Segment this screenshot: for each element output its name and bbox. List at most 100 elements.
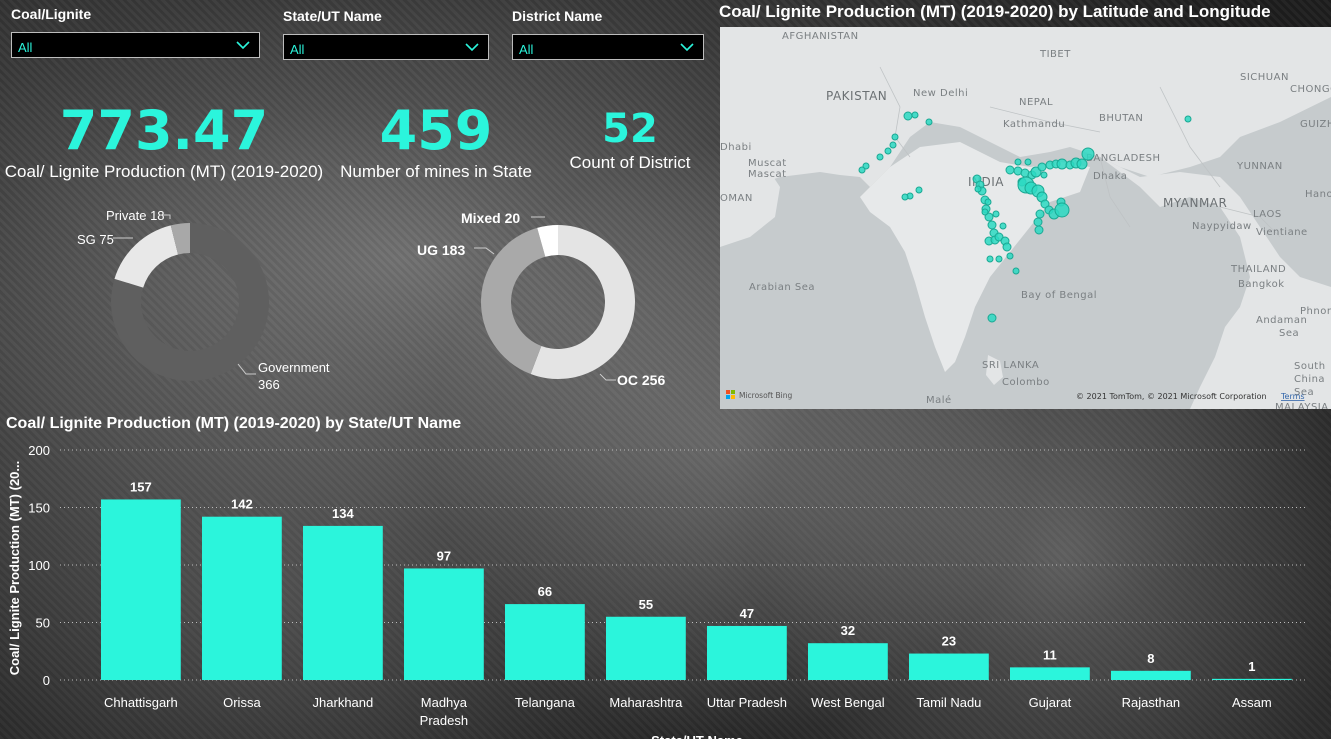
map-marker[interactable] xyxy=(1056,158,1068,170)
map-place-label: GUIZHO xyxy=(1300,119,1331,130)
x-tick-label: Rajasthan xyxy=(1122,695,1181,710)
map-place-label: AFGHANISTAN xyxy=(782,31,859,42)
map-marker[interactable] xyxy=(987,220,997,230)
map-marker[interactable] xyxy=(1005,165,1015,175)
bar[interactable] xyxy=(1212,678,1292,680)
kpi-mines: 459 Number of mines in State xyxy=(336,100,536,182)
slicer-value: All xyxy=(519,41,534,57)
bar-data-label: 157 xyxy=(130,479,152,494)
leader-line xyxy=(237,363,256,375)
slicer-dropdown[interactable]: All xyxy=(512,34,704,60)
y-tick-label: 0 xyxy=(43,673,50,688)
map-marker[interactable] xyxy=(858,166,866,174)
leader-line xyxy=(474,247,495,255)
bar-chart[interactable]: 0 50 100 150 200 Coal/ Lignite Production (MT… xyxy=(0,437,1331,739)
map-svg[interactable]: AFGHANISTAN PAKISTAN TIBET New Delhi NEPAL Ka… xyxy=(720,27,1331,409)
map-marker[interactable] xyxy=(999,222,1007,230)
bar[interactable] xyxy=(202,516,282,680)
bar[interactable] xyxy=(404,568,484,680)
bar[interactable] xyxy=(606,616,686,680)
y-axis-title: Coal/ Lignite Production (MT) (20... xyxy=(7,461,22,676)
slicer-label: State/UT Name xyxy=(283,8,382,24)
slicer-dropdown[interactable]: All xyxy=(283,34,489,60)
x-tick-label: West Bengal xyxy=(811,695,885,710)
bar[interactable] xyxy=(505,604,585,680)
map-marker[interactable] xyxy=(981,208,989,216)
bar[interactable] xyxy=(1010,667,1090,680)
bar[interactable] xyxy=(808,643,888,680)
map-marker[interactable] xyxy=(1081,147,1095,161)
slicer-district[interactable]: District Name All xyxy=(512,8,704,60)
bar[interactable] xyxy=(707,625,787,680)
bar[interactable] xyxy=(909,653,989,680)
map-marker[interactable] xyxy=(891,133,899,141)
map-marker[interactable] xyxy=(974,185,982,193)
donut-label-sg: SG 75 xyxy=(77,232,114,247)
map-marker[interactable] xyxy=(984,198,992,206)
map-place-label: Malé xyxy=(926,394,952,406)
kpi-production: 773.47 Coal/ Lignite Production (MT) (20… xyxy=(4,100,324,182)
map-marker[interactable] xyxy=(1002,242,1012,252)
slicer-coal-lignite[interactable]: Coal/Lignite All xyxy=(11,6,260,58)
map-marker[interactable] xyxy=(889,141,897,149)
map-place-label: NEPAL xyxy=(1019,97,1053,108)
map-marker[interactable] xyxy=(1014,158,1022,166)
map-marker[interactable] xyxy=(1054,202,1070,218)
map-marker[interactable] xyxy=(925,118,933,126)
map-marker[interactable] xyxy=(986,255,994,263)
map-marker[interactable] xyxy=(1076,158,1088,170)
map-place-label: Sea xyxy=(1279,328,1299,339)
map-marker[interactable] xyxy=(911,111,919,119)
leader-line xyxy=(531,216,545,218)
map-marker[interactable] xyxy=(1024,158,1032,166)
donut-chart-mine-type[interactable] xyxy=(478,222,638,382)
map-place-label: South xyxy=(1294,361,1326,372)
slicer-value: All xyxy=(18,39,33,55)
donut-label-mixed: Mixed 20 xyxy=(461,210,521,226)
map-marker[interactable] xyxy=(884,147,892,155)
x-axis-title: State/UT Name xyxy=(651,733,743,739)
x-tick-label: Maharashtra xyxy=(609,695,683,710)
map-place-label: Bay of Bengal xyxy=(1021,290,1097,301)
map-marker[interactable] xyxy=(915,186,923,194)
map-visual[interactable]: Coal/ Lignite Production (MT) (2019-2020… xyxy=(719,0,1331,409)
slicer-label: Coal/Lignite xyxy=(11,6,92,22)
map-marker[interactable] xyxy=(1033,217,1043,227)
map-marker[interactable] xyxy=(1006,252,1014,260)
slicer-state[interactable]: State/UT Name All xyxy=(283,8,489,60)
leader-line xyxy=(160,214,171,219)
map-place-label: LAOS xyxy=(1253,209,1282,220)
map-canvas[interactable]: AFGHANISTAN PAKISTAN TIBET New Delhi NEPAL Ka… xyxy=(720,27,1331,409)
map-marker[interactable] xyxy=(1035,209,1045,219)
donut-label-government: Government xyxy=(258,360,330,375)
map-marker[interactable] xyxy=(903,111,913,121)
map-marker[interactable] xyxy=(992,210,1000,218)
map-place-label: China xyxy=(1294,374,1325,385)
y-tick-label: 150 xyxy=(28,501,50,516)
map-marker[interactable] xyxy=(1184,115,1192,123)
map-marker[interactable] xyxy=(1034,225,1044,235)
svg-text:Microsoft Bing: Microsoft Bing xyxy=(739,391,792,400)
bar[interactable] xyxy=(303,525,383,680)
bar[interactable] xyxy=(1111,670,1191,680)
map-terms-link: Terms xyxy=(1280,392,1305,401)
map-place-label: SICHUAN xyxy=(1240,72,1289,83)
donut-slice-sg[interactable] xyxy=(114,225,179,288)
map-marker[interactable] xyxy=(1040,171,1048,179)
x-tick-label: Uttar Pradesh xyxy=(707,695,787,710)
map-marker[interactable] xyxy=(876,153,884,161)
map-place-label: CHONGQ xyxy=(1290,84,1331,95)
map-place-label: Vientiane xyxy=(1256,227,1308,238)
bar[interactable] xyxy=(101,499,181,680)
x-tick-label: Orissa xyxy=(223,695,261,710)
map-marker[interactable] xyxy=(987,313,997,323)
map-place-label: MALAYSIA xyxy=(1275,402,1329,409)
map-marker[interactable] xyxy=(995,255,1003,263)
map-marker[interactable] xyxy=(1037,162,1047,172)
bar-data-label: 66 xyxy=(538,584,552,599)
map-marker[interactable] xyxy=(901,193,909,201)
map-place-label: THAILAND xyxy=(1230,264,1286,275)
slicer-dropdown[interactable]: All xyxy=(11,32,260,58)
map-marker[interactable] xyxy=(1012,267,1020,275)
kpi-value: 773.47 xyxy=(59,99,269,162)
